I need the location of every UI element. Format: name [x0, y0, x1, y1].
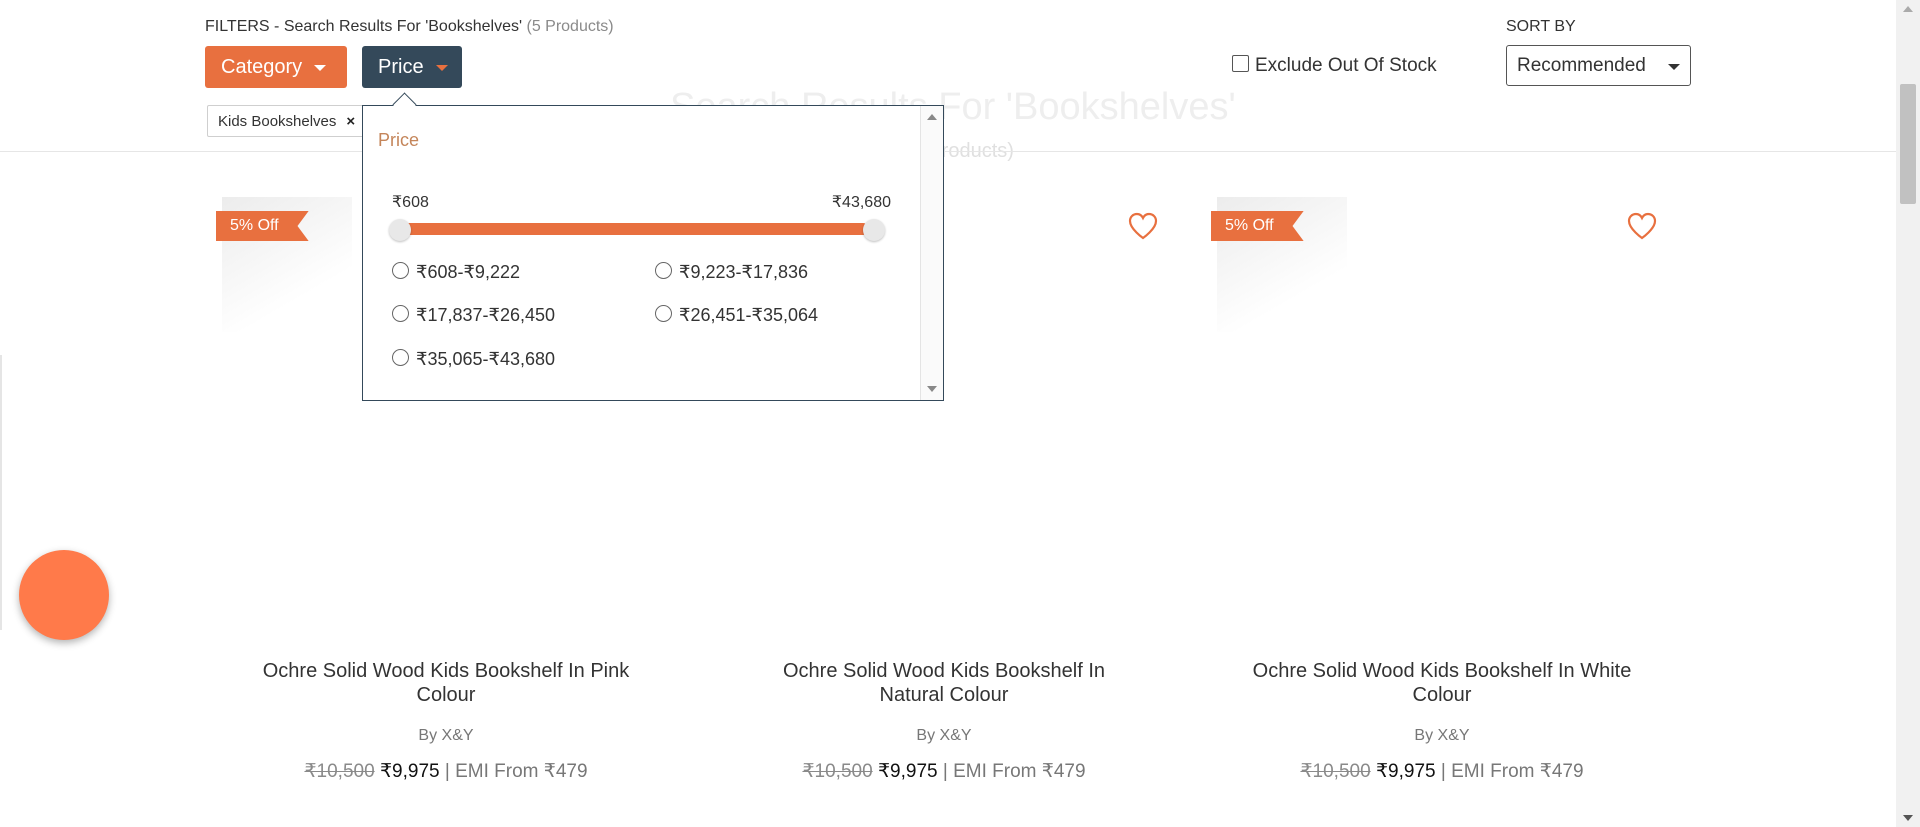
heart-icon[interactable]	[1128, 212, 1158, 240]
price-option-label: ₹9,223-₹17,836	[679, 262, 808, 282]
chat-bubble-icon[interactable]	[19, 550, 109, 640]
radio-button[interactable]	[392, 262, 409, 279]
price-option-label: ₹17,837-₹26,450	[416, 305, 556, 325]
scroll-up-icon[interactable]	[927, 114, 937, 120]
radio-button[interactable]	[655, 262, 672, 279]
product-emi: | EMI From ₹479	[444, 761, 588, 782]
price-filter-dropdown: Price ₹608 ₹43,680 ₹608-₹9,222 ₹9,223-₹1…	[362, 92, 944, 401]
category-filter-label: Category	[221, 56, 303, 78]
price-option-label: ₹608-₹9,222	[416, 262, 520, 282]
product-title-line: Colour	[1412, 684, 1472, 706]
header-divider	[0, 151, 1896, 152]
product-title-line: Ochre Solid Wood Kids Bookshelf In	[782, 660, 1106, 682]
price-range-min: ₹608	[392, 194, 429, 211]
applied-filter-chip: Kids Bookshelves ×	[207, 105, 367, 137]
product-brand: By X&Y	[916, 727, 972, 744]
dropdown-pointer	[392, 92, 417, 117]
sort-by-selected-value: Recommended	[1517, 55, 1646, 76]
sort-by-label: SORT BY	[1506, 18, 1576, 35]
product-title[interactable]: Ochre Solid Wood Kids Bookshelf In Natur…	[744, 659, 1144, 707]
filters-heading-text: FILTERS - Search Results For 'Bookshelve…	[205, 18, 523, 35]
exclude-out-of-stock-toggle[interactable]: Exclude Out Of Stock	[1232, 55, 1437, 77]
product-emi: | EMI From ₹479	[1440, 761, 1584, 782]
heart-icon[interactable]	[1627, 212, 1657, 240]
price-filter-button[interactable]: Price	[362, 46, 462, 88]
price-slider-min-handle[interactable]	[389, 219, 411, 241]
product-image-placeholder[interactable]: 5% Off	[1211, 197, 1347, 332]
scroll-down-icon[interactable]	[1903, 815, 1913, 821]
price-option-label: ₹35,065-₹43,680	[416, 349, 556, 369]
sort-by-select[interactable]: Recommended	[1506, 45, 1691, 86]
price-option[interactable]: ₹17,837-₹26,450	[392, 305, 555, 326]
side-tab-edge	[0, 355, 2, 630]
product-image-placeholder[interactable]: 5% Off	[216, 197, 352, 332]
radio-button[interactable]	[392, 349, 409, 366]
exclude-out-of-stock-checkbox[interactable]	[1232, 55, 1249, 72]
price-filter-label: Price	[378, 56, 424, 78]
product-price: ₹10,500 ₹9,975 | EMI From ₹479	[744, 760, 1144, 783]
product-sale-price: ₹9,975	[877, 761, 938, 782]
scroll-down-icon[interactable]	[927, 386, 937, 392]
radio-button[interactable]	[392, 305, 409, 322]
price-range-max: ₹43,680	[831, 194, 891, 211]
product-title[interactable]: Ochre Solid Wood Kids Bookshelf In Pink …	[246, 659, 646, 707]
price-option[interactable]: ₹9,223-₹17,836	[655, 262, 808, 283]
exclude-out-of-stock-label: Exclude Out Of Stock	[1255, 55, 1437, 76]
price-option-label: ₹26,451-₹35,064	[679, 305, 819, 325]
product-brand: By X&Y	[418, 727, 474, 744]
filters-result-count: (5 Products)	[526, 18, 614, 35]
price-option[interactable]: ₹26,451-₹35,064	[655, 305, 818, 326]
product-sale-price: ₹9,975	[1375, 761, 1436, 782]
product-emi: | EMI From ₹479	[942, 761, 1086, 782]
dropdown-scrollbar[interactable]	[920, 106, 943, 400]
scroll-up-icon[interactable]	[1903, 6, 1913, 12]
product-mrp: ₹10,500	[304, 761, 375, 782]
price-range-slider[interactable]	[393, 223, 869, 235]
product-title-line: Natural Colour	[879, 684, 1009, 706]
price-slider-max-handle[interactable]	[863, 219, 885, 241]
scrollbar-thumb[interactable]	[1900, 84, 1916, 204]
discount-badge: 5% Off	[216, 211, 309, 241]
product-title-line: Ochre Solid Wood Kids Bookshelf In Pink	[262, 660, 630, 682]
price-option[interactable]: ₹35,065-₹43,680	[392, 349, 555, 370]
price-dropdown-title: Price	[378, 130, 420, 150]
close-icon[interactable]: ×	[346, 113, 355, 130]
chevron-down-icon	[435, 64, 448, 71]
chip-label: Kids Bookshelves	[218, 113, 337, 130]
product-title-line: Colour	[416, 684, 476, 706]
page-scrollbar[interactable]	[1896, 0, 1920, 827]
product-brand: By X&Y	[1414, 727, 1470, 744]
category-filter-button[interactable]: Category	[205, 46, 347, 88]
chevron-down-icon	[314, 64, 327, 71]
product-mrp: ₹10,500	[1300, 761, 1371, 782]
filters-heading: FILTERS - Search Results For 'Bookshelve…	[205, 18, 614, 36]
product-price: ₹10,500 ₹9,975 | EMI From ₹479	[246, 760, 646, 783]
product-title[interactable]: Ochre Solid Wood Kids Bookshelf In White…	[1242, 659, 1642, 707]
product-price: ₹10,500 ₹9,975 | EMI From ₹479	[1242, 760, 1642, 783]
product-title-line: Ochre Solid Wood Kids Bookshelf In White	[1252, 660, 1632, 682]
price-option[interactable]: ₹608-₹9,222	[392, 262, 520, 283]
chevron-down-icon	[1668, 64, 1680, 70]
discount-badge: 5% Off	[1211, 211, 1304, 241]
product-sale-price: ₹9,975	[379, 761, 440, 782]
radio-button[interactable]	[655, 305, 672, 322]
product-mrp: ₹10,500	[802, 761, 873, 782]
